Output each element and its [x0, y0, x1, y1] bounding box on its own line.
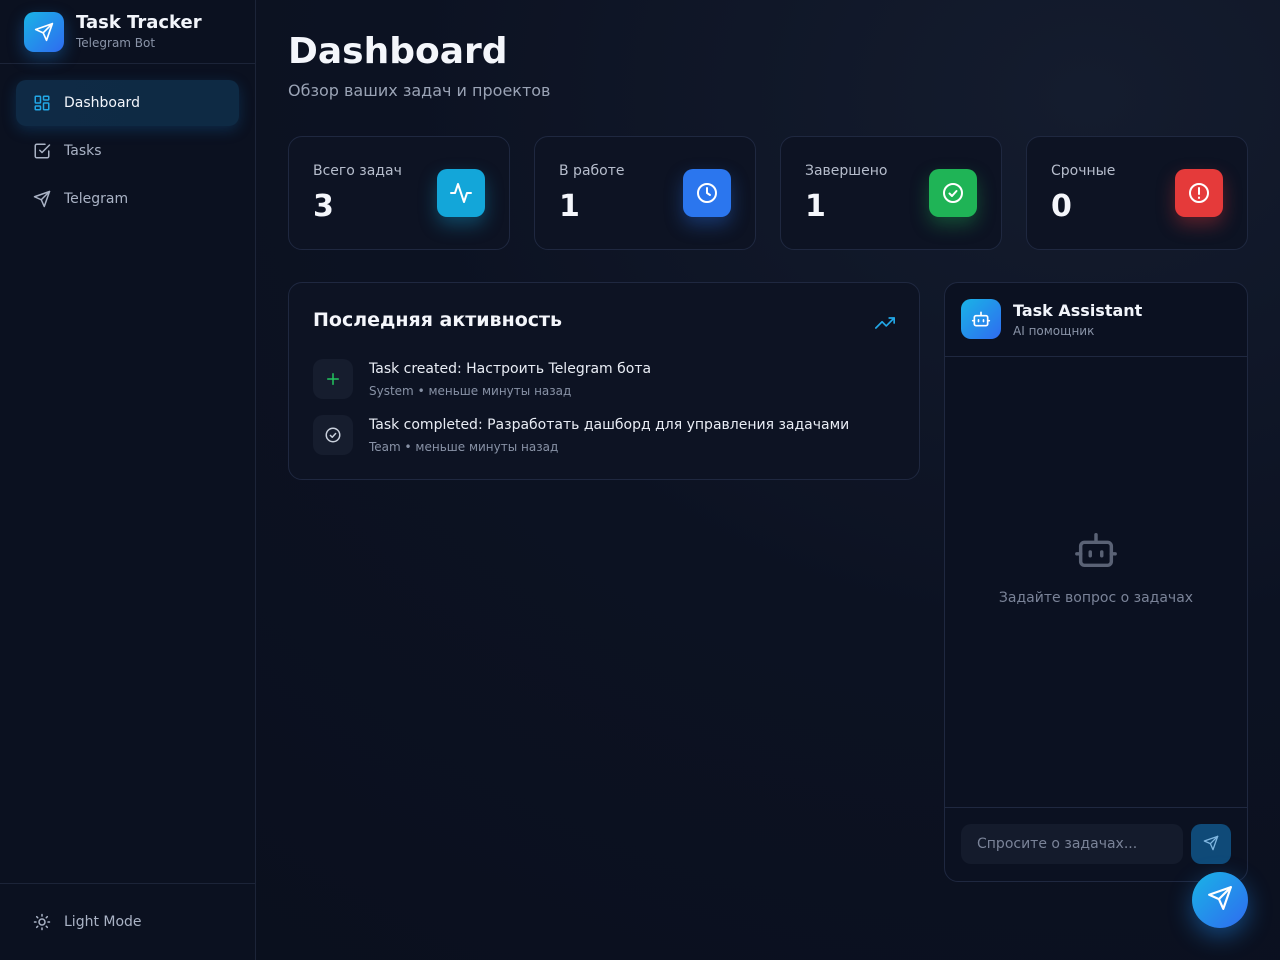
- assistant-input-bar: [945, 807, 1247, 881]
- activity-meta: System • меньше минуты назад: [369, 384, 572, 398]
- recent-activity-panel: Последняя активность Task created: Настр…: [288, 282, 920, 480]
- stat-value: 3: [313, 189, 334, 224]
- send-icon: [1203, 835, 1219, 854]
- trending-up-icon: [875, 313, 895, 333]
- send-icon: [32, 189, 52, 209]
- stat-value: 1: [559, 189, 580, 224]
- bot-icon: [1073, 527, 1119, 573]
- activity-text: Task completed: Разработать дашборд для …: [369, 417, 850, 433]
- task-assistant-panel: Task Assistant AI помощник Задайте вопро…: [944, 282, 1248, 882]
- page-subtitle: Обзор ваших задач и проектов: [288, 81, 551, 100]
- bot-icon: [961, 299, 1001, 339]
- plus-icon: [313, 359, 353, 399]
- page-title: Dashboard: [288, 31, 508, 72]
- assistant-title: Task Assistant: [1013, 301, 1143, 320]
- activity-title: Последняя активность: [313, 309, 563, 331]
- check-circle-icon: [313, 415, 353, 455]
- activity-item: Task created: Настроить Telegram бота Sy…: [313, 359, 897, 399]
- stat-value: 0: [1051, 189, 1072, 224]
- sidebar-item-label: Dashboard: [64, 95, 140, 111]
- stat-value: 1: [805, 189, 826, 224]
- sidebar-item-tasks[interactable]: Tasks: [16, 128, 239, 174]
- assistant-send-button[interactable]: [1191, 824, 1231, 864]
- stat-card-total: Всего задач 3: [288, 136, 510, 250]
- brand-subtitle: Telegram Bot: [76, 36, 156, 50]
- sidebar: Task Tracker Telegram Bot Dashboard Task…: [0, 0, 256, 960]
- light-mode-label: Light Mode: [64, 914, 142, 930]
- activity-text: Task created: Настроить Telegram бота: [369, 361, 652, 377]
- stat-card-in-progress: В работе 1: [534, 136, 756, 250]
- stat-label: В работе: [559, 163, 625, 179]
- activity-icon: [437, 169, 485, 217]
- assistant-empty-text: Задайте вопрос о задачах: [998, 590, 1194, 606]
- activity-meta: Team • меньше минуты назад: [369, 440, 559, 454]
- clock-icon: [683, 169, 731, 217]
- sidebar-item-dashboard[interactable]: Dashboard: [16, 80, 239, 126]
- sidebar-nav: Dashboard Tasks Telegram: [0, 64, 255, 240]
- main-content: Dashboard Обзор ваших задач и проектов В…: [288, 0, 1248, 882]
- checkbox-icon: [32, 141, 52, 161]
- layout-grid-icon: [32, 93, 52, 113]
- stat-card-completed: Завершено 1: [780, 136, 1002, 250]
- assistant-input[interactable]: [961, 824, 1183, 864]
- alert-circle-icon: [1175, 169, 1223, 217]
- sidebar-item-telegram[interactable]: Telegram: [16, 176, 239, 222]
- stat-card-urgent: Срочные 0: [1026, 136, 1248, 250]
- assistant-header: Task Assistant AI помощник: [945, 283, 1247, 357]
- assistant-subtitle: AI помощник: [1013, 324, 1095, 338]
- light-mode-toggle[interactable]: Light Mode: [16, 900, 239, 944]
- sun-icon: [32, 912, 52, 932]
- stat-label: Завершено: [805, 163, 888, 179]
- send-icon: [24, 11, 64, 52]
- check-circle-icon: [929, 169, 977, 217]
- brand-title: Task Tracker: [76, 12, 202, 33]
- sidebar-item-label: Telegram: [64, 191, 129, 207]
- sidebar-footer: Light Mode: [0, 883, 255, 960]
- stat-label: Всего задач: [313, 163, 402, 179]
- sidebar-item-label: Tasks: [64, 143, 102, 159]
- brand: Task Tracker Telegram Bot: [0, 0, 255, 64]
- stats-row: Всего задач 3 В работе 1 Завершено 1 Сро…: [288, 136, 1248, 250]
- send-icon: [1207, 885, 1233, 915]
- activity-item: Task completed: Разработать дашборд для …: [313, 415, 897, 455]
- telegram-fab-button[interactable]: [1192, 872, 1248, 928]
- stat-label: Срочные: [1051, 163, 1116, 179]
